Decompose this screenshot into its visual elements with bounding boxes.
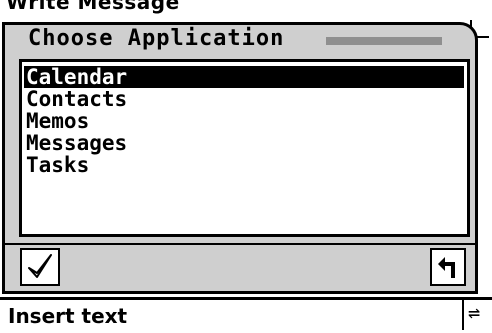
list-item-messages[interactable]: Messages	[24, 132, 127, 154]
background-window-title: Write Message	[6, 0, 180, 14]
insert-bar-divider	[462, 300, 464, 330]
background-titlebar: Write Message	[0, 0, 492, 22]
list-item-memos[interactable]: Memos	[24, 110, 89, 132]
list-item-contacts[interactable]: Contacts	[24, 88, 127, 110]
checkmark-icon	[28, 254, 52, 278]
return-arrow-icon	[438, 257, 455, 278]
list-item-tasks[interactable]: Tasks	[24, 154, 89, 176]
ok-button[interactable]	[20, 248, 60, 286]
list-item-calendar[interactable]: Calendar	[24, 66, 464, 88]
dialog-divider	[5, 243, 475, 245]
dialog-title-bar-decoration	[326, 37, 442, 45]
swap-icon[interactable]: ⇌	[468, 300, 480, 324]
back-button[interactable]	[430, 248, 466, 286]
dialog-title: Choose Application	[28, 26, 285, 51]
insert-text-label: Insert text	[8, 304, 128, 328]
